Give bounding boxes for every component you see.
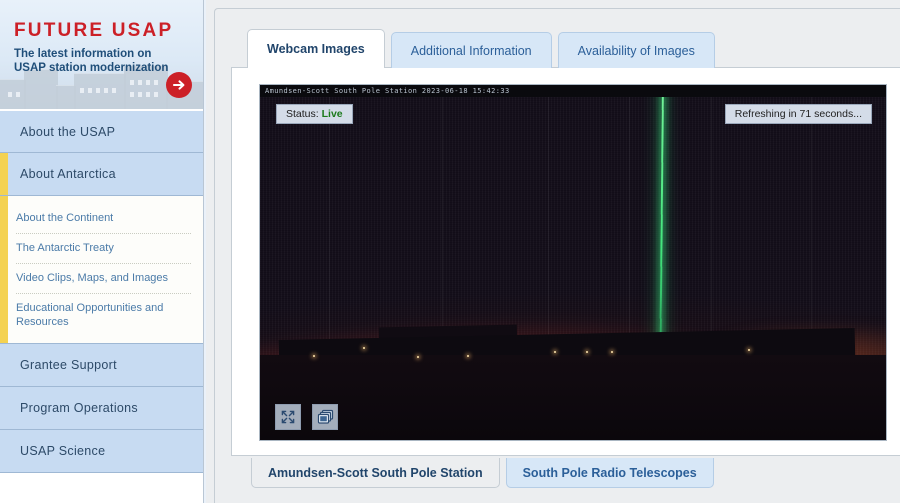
sidebar-item-about-antarctica[interactable]: About Antarctica	[0, 153, 203, 196]
sidebar-item-usap-science[interactable]: USAP Science	[0, 430, 203, 473]
tab-label: Webcam Images	[267, 42, 365, 56]
image-stack-icon[interactable]	[312, 404, 338, 430]
sidebar-subitem-video-clips-maps-and-images[interactable]: Video Clips, Maps, and Images	[16, 264, 191, 294]
status-label: Status:	[286, 108, 319, 120]
webcam-timestamp: Amundsen-Scott South Pole Station 2023-0…	[260, 85, 886, 97]
snow-ground	[260, 355, 886, 440]
sidebar: FUTURE USAP The latest information on US…	[0, 0, 204, 503]
promo-title: FUTURE USAP	[14, 20, 173, 42]
bottom-tab-bar: Amundsen-Scott South Pole Station South …	[251, 458, 714, 488]
sidebar-item-grantee-support[interactable]: Grantee Support	[0, 344, 203, 387]
sidebar-item-label: Program Operations	[20, 401, 138, 415]
bottom-tab-amundsen-scott-south-pole-station[interactable]: Amundsen-Scott South Pole Station	[251, 458, 500, 488]
bottom-tab-label: Amundsen-Scott South Pole Station	[268, 466, 483, 480]
tab-label: Additional Information	[411, 44, 532, 58]
page-root: FUTURE USAP The latest information on US…	[0, 0, 900, 503]
sidebar-subitem-label: About the Continent	[16, 212, 113, 224]
bottom-tab-label: South Pole Radio Telescopes	[523, 466, 697, 480]
tab-additional-information[interactable]: Additional Information	[391, 32, 552, 68]
fullscreen-expand-icon[interactable]	[275, 404, 301, 430]
sidebar-subitem-the-antarctic-treaty[interactable]: The Antarctic Treaty	[16, 234, 191, 264]
status-badge: Status: Live	[276, 104, 353, 124]
tab-label: Availability of Images	[578, 44, 695, 58]
sidebar-subitem-label: Video Clips, Maps, and Images	[16, 272, 168, 284]
tab-content-panel: Amundsen-Scott South Pole Station 2023-0…	[231, 67, 900, 456]
sidebar-subnav-about-antarctica: About the Continent The Antarctic Treaty…	[0, 196, 203, 344]
sidebar-item-label: USAP Science	[20, 444, 105, 458]
main-panel-inner: Webcam Images Additional Information Ava…	[214, 8, 900, 503]
arrow-right-icon[interactable]	[166, 72, 192, 98]
sidebar-nav: About the USAP About Antarctica About th…	[0, 110, 203, 473]
sidebar-subitem-label: Educational Opportunities and Resources	[16, 302, 163, 328]
tab-bar: Webcam Images Additional Information Ava…	[247, 29, 715, 68]
sidebar-subitem-educational-opportunities-and-resources[interactable]: Educational Opportunities and Resources	[16, 294, 191, 337]
tab-availability-of-images[interactable]: Availability of Images	[558, 32, 715, 68]
promo-banner[interactable]: FUTURE USAP The latest information on US…	[0, 0, 203, 110]
sidebar-subitem-label: The Antarctic Treaty	[16, 242, 114, 254]
sidebar-item-about-the-usap[interactable]: About the USAP	[0, 110, 203, 153]
sidebar-item-label: Grantee Support	[20, 358, 117, 372]
sidebar-item-program-operations[interactable]: Program Operations	[0, 387, 203, 430]
tab-webcam-images[interactable]: Webcam Images	[247, 29, 385, 68]
status-value: Live	[322, 108, 343, 120]
main-panel: Webcam Images Additional Information Ava…	[206, 0, 900, 503]
sidebar-item-label: About Antarctica	[20, 167, 116, 181]
sidebar-subitem-about-the-continent[interactable]: About the Continent	[16, 204, 191, 234]
webcam-image: Amundsen-Scott South Pole Station 2023-0…	[260, 85, 886, 440]
webcam-image-frame[interactable]: Amundsen-Scott South Pole Station 2023-0…	[259, 84, 887, 441]
bottom-tab-south-pole-radio-telescopes[interactable]: South Pole Radio Telescopes	[506, 458, 714, 488]
promo-subtitle: The latest information on USAP station m…	[14, 47, 174, 75]
refresh-countdown-badge: Refreshing in 71 seconds...	[725, 104, 872, 124]
sidebar-item-label: About the USAP	[20, 125, 115, 139]
